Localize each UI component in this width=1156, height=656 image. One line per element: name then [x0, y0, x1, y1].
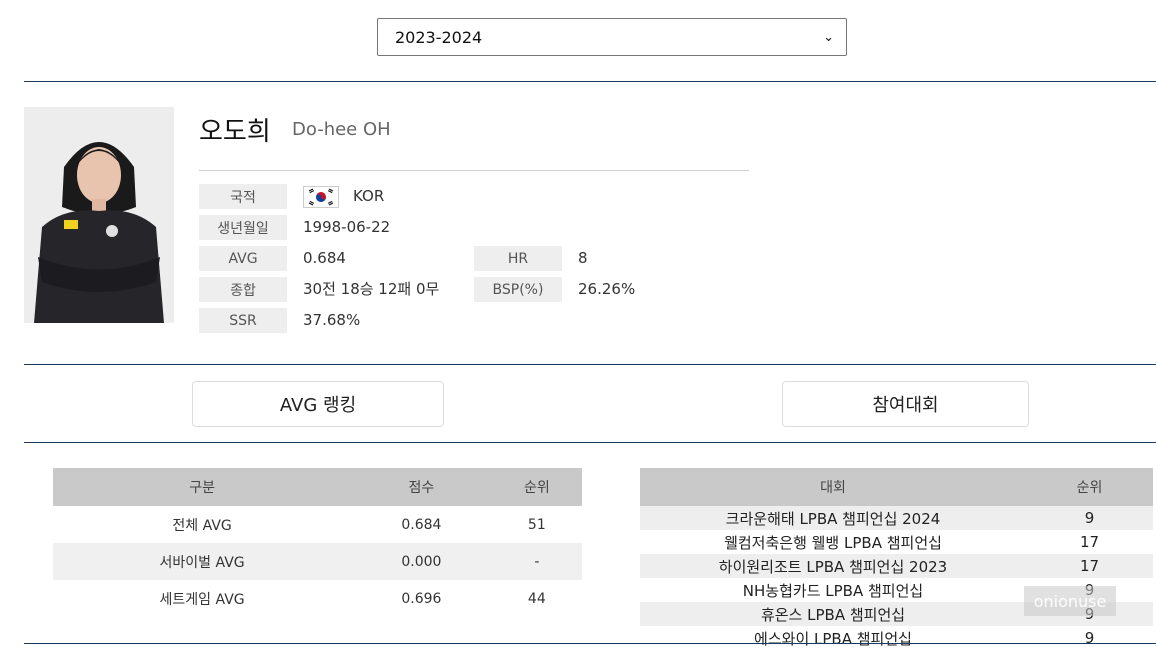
table-row[interactable]: 웰컴저축은행 웰뱅 LPBA 챔피언십 17	[640, 530, 1153, 554]
tournament-name: 웰컴저축은행 웰뱅 LPBA 챔피언십	[724, 533, 942, 552]
divider	[24, 81, 1156, 82]
tournament-name: 하이원리조트 LPBA 챔피언십 2023	[640, 554, 1026, 578]
table-row: 세트게임 AVG 0.696 44	[53, 580, 582, 617]
birth-value: 1998-06-22	[303, 218, 391, 236]
ssr-value: 37.68%	[303, 311, 361, 329]
season-select-value: 2023-2024	[395, 27, 483, 47]
bsp-value: 26.26%	[578, 280, 636, 298]
hr-label: HR	[474, 246, 562, 271]
avg-ranking-table: 구분 점수 순위 전체 AVG 0.684 51 서바이벌 AVG 0.000 …	[53, 468, 582, 617]
avg-label: AVG	[199, 246, 287, 271]
nationality-label: 국적	[199, 184, 287, 209]
record-value: 30전 18승 12패 0무	[303, 280, 440, 298]
cell: 세트게임 AVG	[159, 591, 245, 608]
record-label: 종합	[199, 277, 287, 302]
tournament-rank: 17	[1079, 533, 1100, 551]
cell: 44	[527, 590, 546, 607]
table-row: 서바이벌 AVG 0.000 -	[53, 543, 582, 580]
header-category: 구분	[53, 468, 352, 506]
table-row[interactable]: 크라운해태 LPBA 챔피언십 2024 9	[640, 506, 1153, 530]
name-divider	[199, 170, 749, 171]
divider	[24, 643, 1156, 644]
nationality-value: KOR	[353, 187, 385, 205]
header-score: 점수	[351, 468, 492, 506]
cell: 전체 AVG	[172, 517, 232, 534]
tournament-rank: 9	[1026, 506, 1153, 530]
birth-label: 생년월일	[199, 215, 287, 240]
ssr-label: SSR	[199, 308, 287, 333]
tournament-rank: 9	[1084, 629, 1095, 647]
divider	[24, 442, 1156, 443]
tournament-name: 에스와이 LPBA 챔피언십	[754, 629, 912, 648]
tournament-name: 휴온스 LPBA 챔피언십	[640, 602, 1026, 626]
cell: -	[491, 543, 582, 580]
watermark: onionuse	[1024, 586, 1116, 616]
table-row[interactable]: 에스와이 LPBA 챔피언십 9	[640, 626, 1153, 650]
hr-value: 8	[578, 249, 588, 267]
season-select[interactable]: 2023-2024 ⌄	[377, 18, 847, 56]
table-row[interactable]: 하이원리조트 LPBA 챔피언십 2023 17	[640, 554, 1153, 578]
tournament-name: NH농협카드 LPBA 챔피언십	[742, 581, 924, 600]
cell: 0.684	[401, 516, 442, 533]
header-tournament: 대회	[640, 468, 1026, 506]
tournament-table: 대회 순위 크라운해태 LPBA 챔피언십 2024 9 웰컴저축은행 웰뱅 L…	[640, 468, 1153, 650]
player-name-english: Do-hee OH	[292, 119, 391, 140]
bsp-label: BSP(%)	[474, 277, 562, 302]
table-header-row: 대회 순위	[640, 468, 1153, 506]
tab-tournaments[interactable]: 참여대회	[782, 381, 1029, 427]
cell: 0.000	[351, 543, 492, 580]
tab-avg-ranking[interactable]: AVG 랭킹	[192, 381, 444, 427]
tournament-rank: 17	[1026, 554, 1153, 578]
table-row: 전체 AVG 0.684 51	[53, 506, 582, 543]
korea-flag-icon	[303, 186, 339, 208]
header-rank: 순위	[1026, 468, 1153, 506]
cell: 0.696	[401, 590, 442, 607]
player-silhouette-icon	[24, 107, 174, 323]
header-rank: 순위	[491, 468, 582, 506]
cell: 51	[527, 516, 546, 533]
table-header-row: 구분 점수 순위	[53, 468, 582, 506]
player-photo	[24, 107, 174, 323]
chevron-down-icon: ⌄	[823, 29, 834, 45]
player-name-korean: 오도희	[199, 117, 271, 147]
avg-value: 0.684	[303, 249, 346, 267]
cell: 서바이벌 AVG	[53, 543, 352, 580]
divider	[24, 364, 1156, 365]
tournament-name: 크라운해태 LPBA 챔피언십 2024	[640, 506, 1026, 530]
